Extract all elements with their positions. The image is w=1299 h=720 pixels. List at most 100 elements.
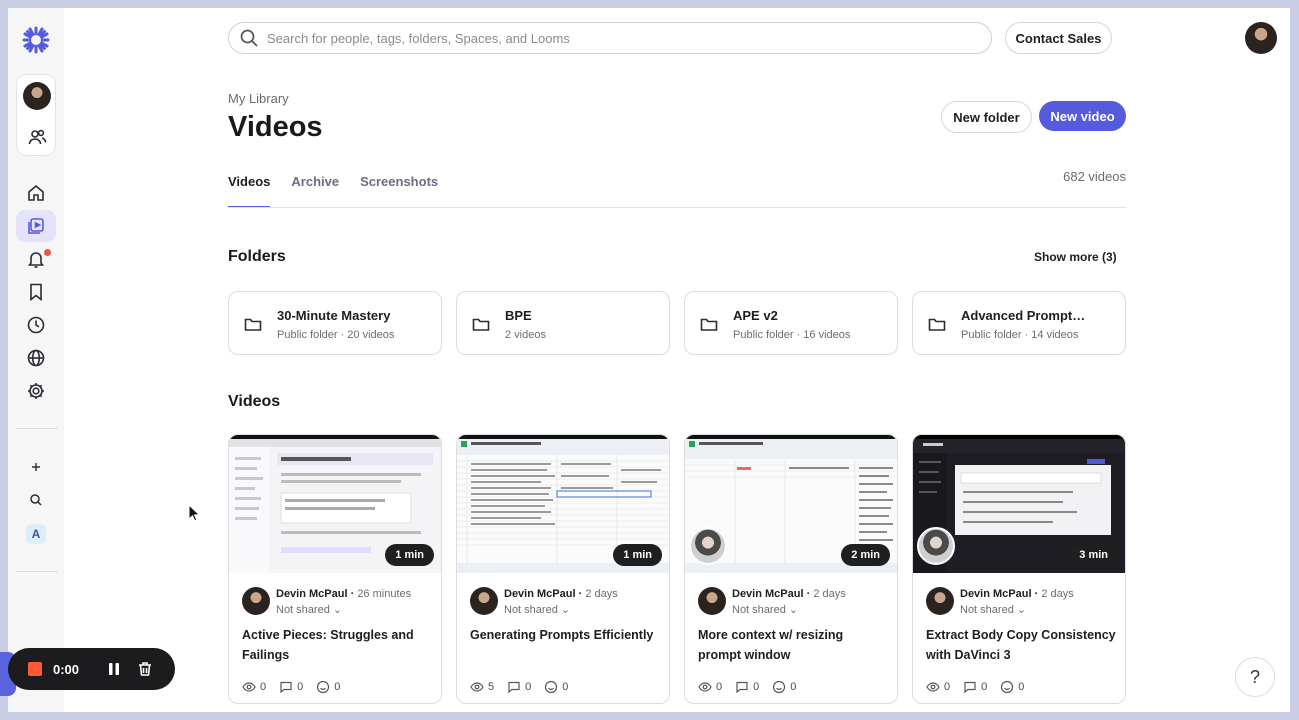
duration-badge: 2 min [841, 544, 890, 566]
trash-icon[interactable] [136, 660, 154, 678]
video-card[interactable]: 3 min Devin McPaul · 2 days Not shared ⌄… [912, 434, 1126, 704]
recording-controls: 0:00 [8, 648, 175, 690]
video-author: Devin McPaul · 26 minutes [276, 588, 412, 600]
video-stats: 5 0 0 [470, 680, 581, 694]
comments-count: 0 [981, 681, 988, 693]
new-video-button[interactable]: New video [1039, 101, 1126, 131]
sharing-dropdown[interactable]: Not shared ⌄ [504, 603, 570, 616]
search-bar [228, 22, 992, 54]
author-avatar[interactable] [470, 587, 498, 615]
views-eye-icon [470, 682, 484, 692]
reaction-smile-icon [317, 680, 330, 694]
folder-card[interactable]: BPE 2 videos [456, 291, 670, 355]
folder-card[interactable]: Advanced Prompt… Public folder · 14 vide… [912, 291, 1126, 355]
recording-timer: 0:00 [53, 661, 80, 677]
help-button[interactable]: ? [1235, 657, 1275, 697]
video-card[interactable]: 1 min Devin McPaul · 2 days Not shared ⌄… [456, 434, 670, 704]
reactions-count: 0 [1018, 681, 1025, 693]
views-count: 5 [488, 681, 495, 693]
folder-meta: Public folder · 14 videos [961, 329, 1079, 341]
loom-logo-icon[interactable] [22, 26, 50, 54]
video-title[interactable]: Extract Body Copy Consistency with DaVin… [926, 625, 1116, 665]
globe-icon[interactable] [26, 348, 46, 368]
sharing-dropdown[interactable]: Not shared ⌄ [960, 603, 1026, 616]
folder-meta: Public folder · 20 videos [277, 329, 395, 341]
people-icon[interactable] [27, 127, 47, 147]
views-count: 0 [260, 681, 267, 693]
folder-name: BPE [505, 308, 532, 323]
reaction-smile-icon [545, 680, 558, 694]
workspace-badge[interactable]: A [26, 524, 46, 544]
folder-name: APE v2 [733, 308, 778, 323]
duration-badge: 3 min [1069, 544, 1118, 566]
video-title[interactable]: Generating Prompts Efficiently [470, 625, 660, 645]
views-eye-icon [242, 682, 256, 692]
views-count: 0 [944, 681, 951, 693]
video-age: 2 days [585, 588, 618, 600]
breadcrumb[interactable]: My Library [228, 91, 289, 106]
workspace-avatar[interactable] [23, 82, 51, 110]
comments-count: 0 [297, 681, 304, 693]
home-icon[interactable] [26, 183, 46, 203]
settings-gear-icon[interactable] [26, 381, 46, 401]
page-title: Videos [228, 111, 323, 143]
duration-badge: 1 min [613, 544, 662, 566]
user-avatar[interactable] [1245, 22, 1277, 54]
folder-meta: Public folder · 16 videos [733, 329, 851, 341]
stop-recording-button[interactable] [28, 662, 42, 676]
tab-archive[interactable]: Archive [291, 174, 339, 208]
sidebar-divider [16, 428, 58, 429]
video-author: Devin McPaul · 2 days [960, 588, 1074, 600]
folder-card[interactable]: APE v2 Public folder · 16 videos [684, 291, 898, 355]
camera-bubble [917, 527, 955, 565]
video-count: 682 videos [1063, 169, 1126, 184]
folder-meta: 2 videos [505, 329, 546, 341]
tab-screenshots[interactable]: Screenshots [360, 174, 438, 208]
video-title[interactable]: More context w/ resizing prompt window [698, 625, 888, 665]
video-card[interactable]: 2 min Devin McPaul · 2 days Not shared ⌄… [684, 434, 898, 704]
folder-icon [243, 314, 263, 334]
show-more-folders-button[interactable]: Show more (3) [1034, 250, 1117, 264]
author-avatar[interactable] [698, 587, 726, 615]
workspace-switcher [16, 74, 56, 156]
video-card[interactable]: 1 min Devin McPaul · 26 minutes Not shar… [228, 434, 442, 704]
folder-icon [699, 314, 719, 334]
author-avatar[interactable] [242, 587, 270, 615]
comments-count: 0 [753, 681, 760, 693]
folder-icon [927, 314, 947, 334]
video-stats: 0 0 0 [698, 680, 809, 694]
sharing-dropdown[interactable]: Not shared ⌄ [732, 603, 798, 616]
search-icon[interactable] [28, 492, 44, 508]
video-title[interactable]: Active Pieces: Struggles and Failings [242, 625, 432, 665]
comment-icon [736, 681, 748, 694]
author-avatar[interactable] [926, 587, 954, 615]
add-icon[interactable] [28, 459, 44, 475]
video-age: 2 days [813, 588, 846, 600]
notification-dot [44, 249, 51, 256]
mouse-cursor-icon [188, 504, 200, 522]
new-folder-button[interactable]: New folder [941, 101, 1032, 133]
contact-sales-button[interactable]: Contact Sales [1005, 22, 1112, 54]
views-eye-icon [926, 682, 940, 692]
sidebar: A [8, 8, 64, 712]
video-author: Devin McPaul · 2 days [504, 588, 618, 600]
sharing-dropdown[interactable]: Not shared ⌄ [276, 603, 342, 616]
reactions-count: 0 [562, 681, 569, 693]
search-input[interactable] [267, 30, 947, 46]
tab-videos[interactable]: Videos [228, 174, 271, 208]
folder-card[interactable]: 30-Minute Mastery Public folder · 20 vid… [228, 291, 442, 355]
comment-icon [508, 681, 520, 694]
reaction-smile-icon [1001, 680, 1014, 694]
library-icon[interactable] [26, 216, 46, 236]
bell-icon[interactable] [26, 249, 46, 269]
bookmark-icon[interactable] [26, 282, 46, 302]
clock-icon[interactable] [26, 315, 46, 335]
sidebar-divider [16, 571, 58, 572]
reactions-count: 0 [334, 681, 341, 693]
folders-heading: Folders [228, 248, 286, 265]
library-tabs: Videos Archive Screenshots [228, 174, 459, 208]
search-icon [240, 29, 258, 47]
pause-icon[interactable] [105, 660, 123, 678]
video-age: 26 minutes [357, 588, 412, 600]
folder-name: Advanced Prompt… [961, 308, 1086, 323]
